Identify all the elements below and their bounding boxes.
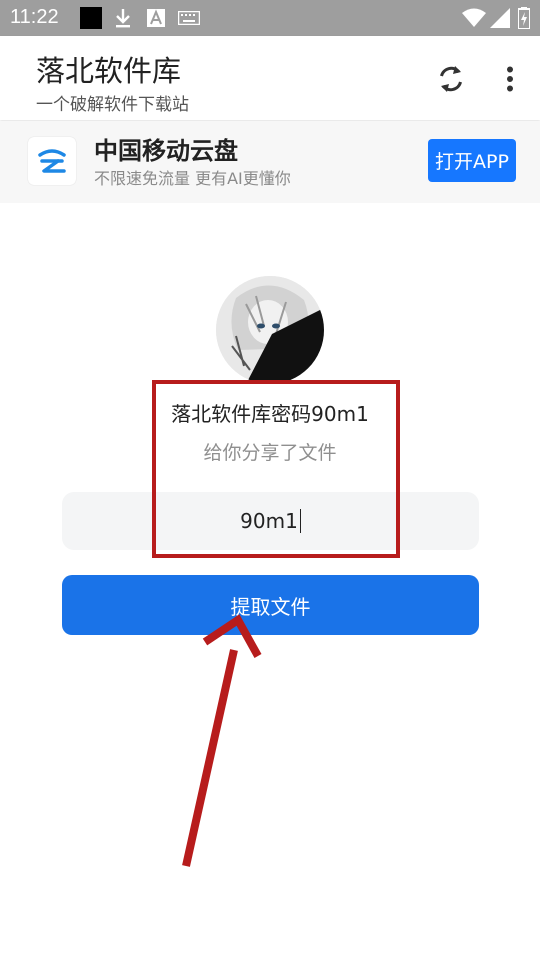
ad-description: 不限速免流量 更有AI更懂你 [94, 169, 291, 188]
extract-file-button[interactable]: 提取文件 [62, 575, 479, 635]
download-icon [114, 0, 132, 36]
status-bar: 11:22 [0, 0, 540, 36]
battery-charging-icon [518, 0, 530, 36]
black-square-icon [80, 0, 102, 36]
ad-title: 中国移动云盘 [94, 137, 238, 165]
more-options-button[interactable] [494, 56, 526, 102]
refresh-button[interactable] [430, 56, 472, 102]
open-app-button[interactable]: 打开APP [428, 139, 516, 182]
wifi-icon [462, 0, 486, 36]
page-subtitle: 一个破解软件下载站 [36, 95, 189, 115]
avatar [216, 276, 324, 384]
font-a-icon [147, 0, 165, 36]
ad-banner[interactable]: 中国移动云盘 不限速免流量 更有AI更懂你 打开APP [0, 121, 540, 203]
keyboard-icon [178, 0, 200, 36]
signal-icon [490, 0, 510, 36]
page-title: 落北软件库 [36, 54, 182, 88]
annotation-box [152, 380, 400, 558]
app-bar: 落北软件库 一个破解软件下载站 [0, 36, 540, 120]
refresh-icon [440, 66, 462, 92]
more-vert-icon [507, 66, 513, 92]
cloud-logo-icon [28, 137, 76, 185]
status-time: 11:22 [10, 6, 59, 28]
